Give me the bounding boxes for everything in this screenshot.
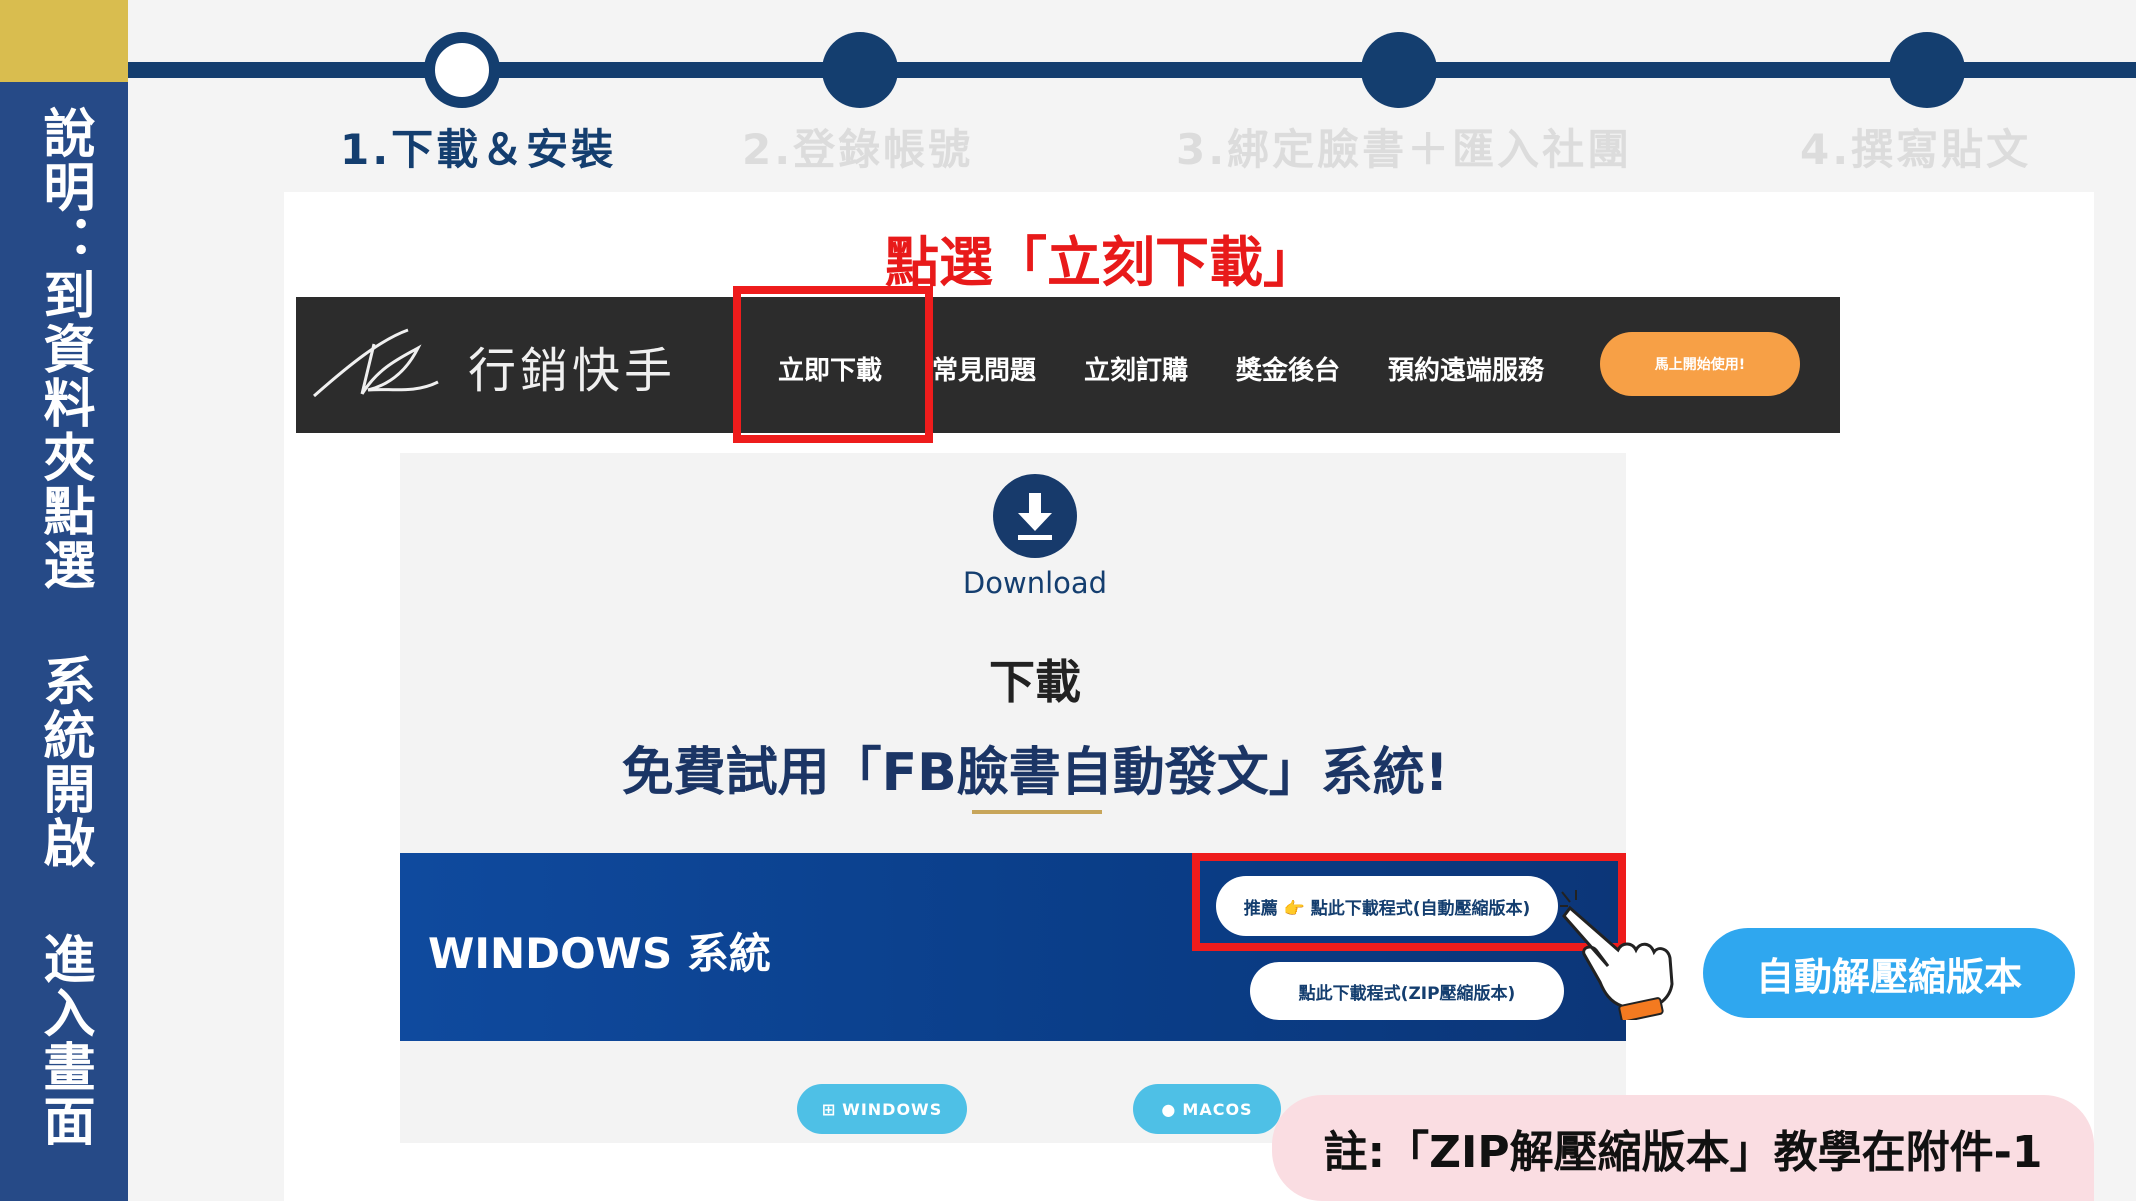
- os-mac-label: MACOS: [1182, 1099, 1253, 1119]
- auto-extract-callout: 自動解壓縮版本: [1703, 928, 2075, 1018]
- instruction-headline: 點選「立刻下載」: [885, 231, 1317, 294]
- windows-logo-icon: ⊞: [821, 1099, 837, 1119]
- highlight-download-nav: [733, 286, 933, 443]
- step-2-label: 2.登錄帳號: [742, 125, 974, 174]
- step-2-dot: [822, 32, 898, 108]
- download-label: Download: [962, 566, 1108, 600]
- os-windows-button[interactable]: ⊞ WINDOWS: [797, 1084, 967, 1134]
- nav-faq[interactable]: 常見問題: [932, 350, 1036, 387]
- os-windows-label: WINDOWS: [842, 1099, 943, 1119]
- step-1-label: 1.下載＆安裝: [340, 125, 617, 174]
- step-1-dot: [424, 32, 500, 108]
- step-3-label: 3.綁定臉書＋匯入社團: [1176, 125, 1633, 174]
- nav-remote-service[interactable]: 預約遠端服務: [1388, 350, 1544, 387]
- site-logo-text: 行銷快手: [468, 343, 677, 399]
- os-mac-button[interactable]: ● MACOS: [1133, 1084, 1281, 1134]
- title-divider: [972, 810, 1102, 814]
- step-4-label: 4.撰寫貼文: [1800, 125, 2032, 174]
- pointing-hand-icon: [1560, 890, 1674, 1020]
- sidebar-gold-block: [0, 0, 128, 82]
- download-icon[interactable]: [993, 474, 1077, 558]
- step-3-dot: [1361, 32, 1437, 108]
- nav-bonus[interactable]: 獎金後台: [1236, 350, 1340, 387]
- start-now-button[interactable]: 馬上開始使用!: [1600, 332, 1800, 396]
- download-title: 下載: [989, 655, 1081, 709]
- sidebar-title: 說明：到資料夾點選 系統開啟 進入畫面: [34, 106, 94, 1148]
- download-zip-button[interactable]: 點此下載程式(ZIP壓縮版本): [1250, 962, 1564, 1020]
- windows-title: WINDOWS 系統: [428, 929, 771, 978]
- download-subtitle: 免費試用「FB臉書自動發文」系統!: [621, 743, 1449, 803]
- logo-signature-icon: [313, 328, 439, 398]
- sidebar: 說明：到資料夾點選 系統開啟 進入畫面: [0, 82, 128, 1201]
- step-4-dot: [1889, 32, 1965, 108]
- nav-order[interactable]: 立刻訂購: [1084, 350, 1188, 387]
- apple-logo-icon: ●: [1161, 1099, 1177, 1119]
- download-arrow-icon: [1018, 493, 1052, 540]
- zip-tutorial-note: 註:「ZIP解壓縮版本」教學在附件-1: [1272, 1095, 2094, 1201]
